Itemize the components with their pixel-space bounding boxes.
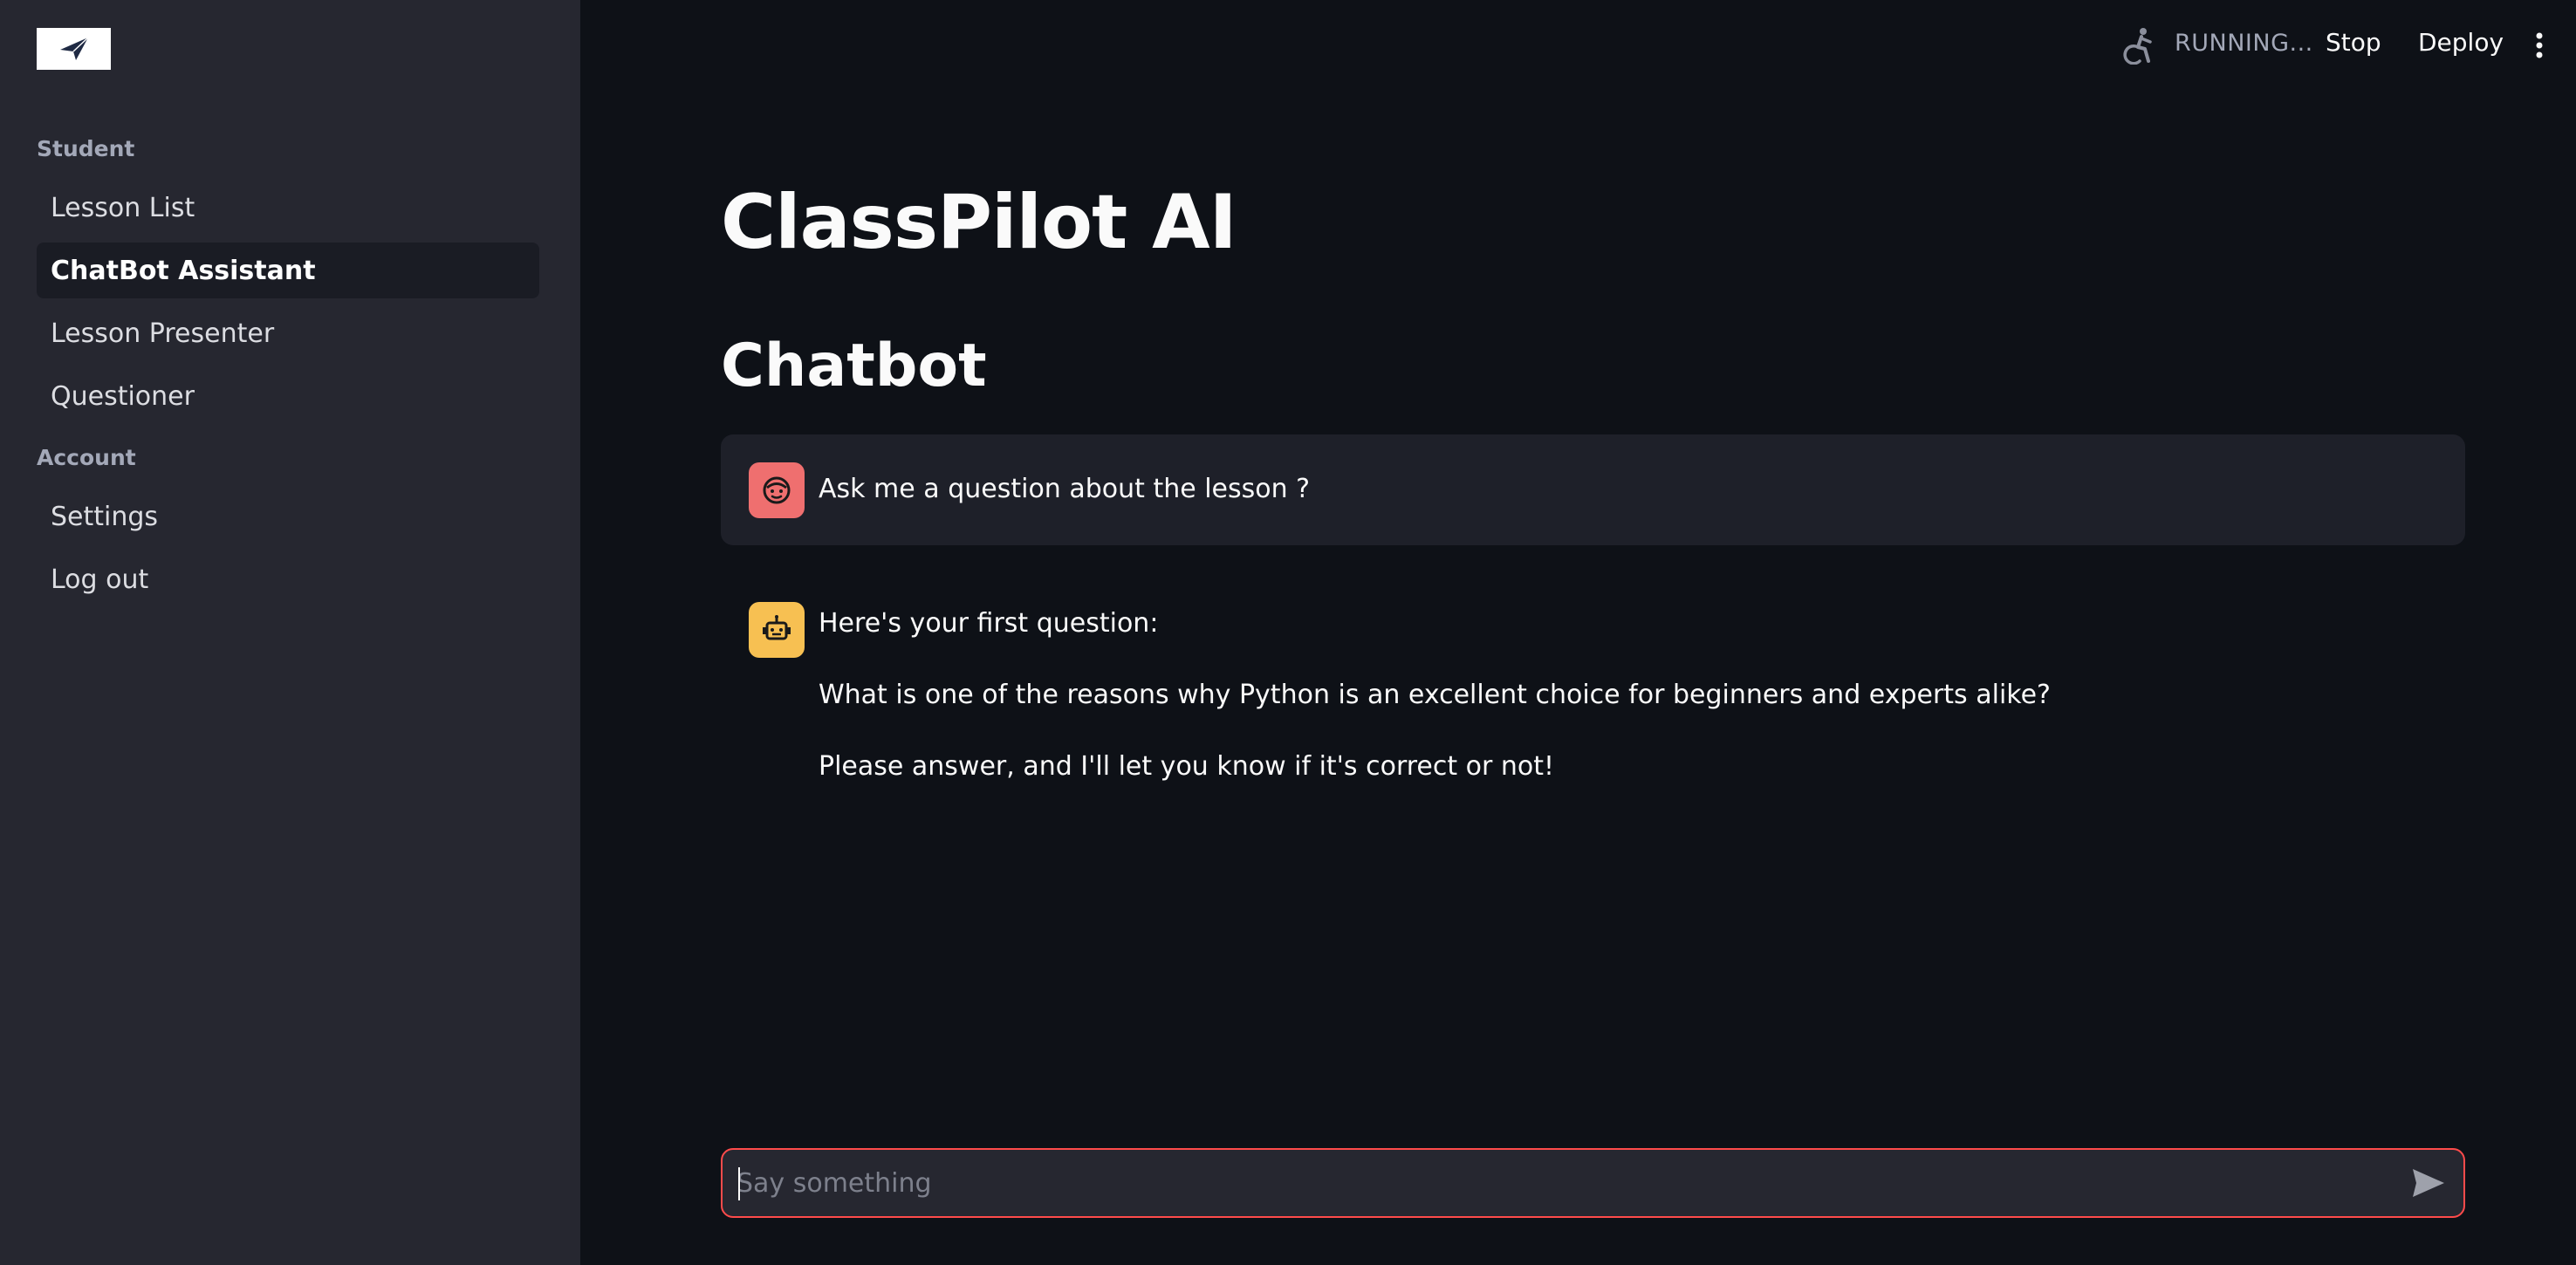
sidebar-item-lesson-list[interactable]: Lesson List	[37, 180, 539, 236]
section-title: Chatbot	[721, 332, 987, 400]
deploy-button[interactable]: Deploy	[2418, 28, 2504, 57]
assistant-message-line: Please answer, and I'll let you know if …	[819, 751, 1555, 782]
running-status-text: RUNNING...	[2175, 30, 2313, 57]
sidebar-item-log-out[interactable]: Log out	[37, 551, 539, 607]
sidebar-item-label: Lesson List	[51, 192, 195, 223]
assistant-message-line: What is one of the reasons why Python is…	[819, 680, 2051, 710]
sidebar-item-settings[interactable]: Settings	[37, 489, 539, 544]
sidebar-item-questioner[interactable]: Questioner	[37, 368, 539, 424]
user-avatar	[749, 462, 805, 518]
sidebar-item-label: Settings	[51, 501, 159, 532]
sidebar-section-student: Student	[37, 136, 135, 161]
sidebar-item-chatbot-assistant[interactable]: ChatBot Assistant	[37, 243, 539, 298]
send-button[interactable]	[2394, 1150, 2463, 1216]
assistant-avatar	[749, 602, 805, 658]
sidebar-item-label: Questioner	[51, 380, 195, 412]
sidebar-item-label: Log out	[51, 564, 149, 595]
chat-input[interactable]	[723, 1166, 2394, 1200]
kebab-menu-icon[interactable]	[2529, 26, 2550, 65]
chat-input-box	[721, 1148, 2465, 1218]
sidebar: Student Lesson List ChatBot Assistant Le…	[0, 0, 580, 1265]
assistant-message-line: Here's your first question:	[819, 608, 1159, 639]
sidebar-item-label: ChatBot Assistant	[51, 255, 316, 286]
running-person-icon	[2123, 28, 2152, 65]
user-message-text: Ask me a question about the lesson ?	[819, 474, 1311, 504]
paper-plane-icon	[59, 37, 89, 60]
stop-button[interactable]: Stop	[2326, 28, 2381, 57]
sidebar-section-account: Account	[37, 445, 136, 470]
user-face-icon	[763, 476, 791, 504]
robot-icon	[763, 615, 791, 640]
text-cursor	[738, 1167, 740, 1200]
page-title: ClassPilot AI	[721, 179, 1237, 266]
sidebar-item-lesson-presenter[interactable]: Lesson Presenter	[37, 305, 539, 361]
send-icon	[2413, 1169, 2444, 1197]
sidebar-item-label: Lesson Presenter	[51, 318, 275, 349]
app-logo[interactable]	[37, 28, 111, 70]
